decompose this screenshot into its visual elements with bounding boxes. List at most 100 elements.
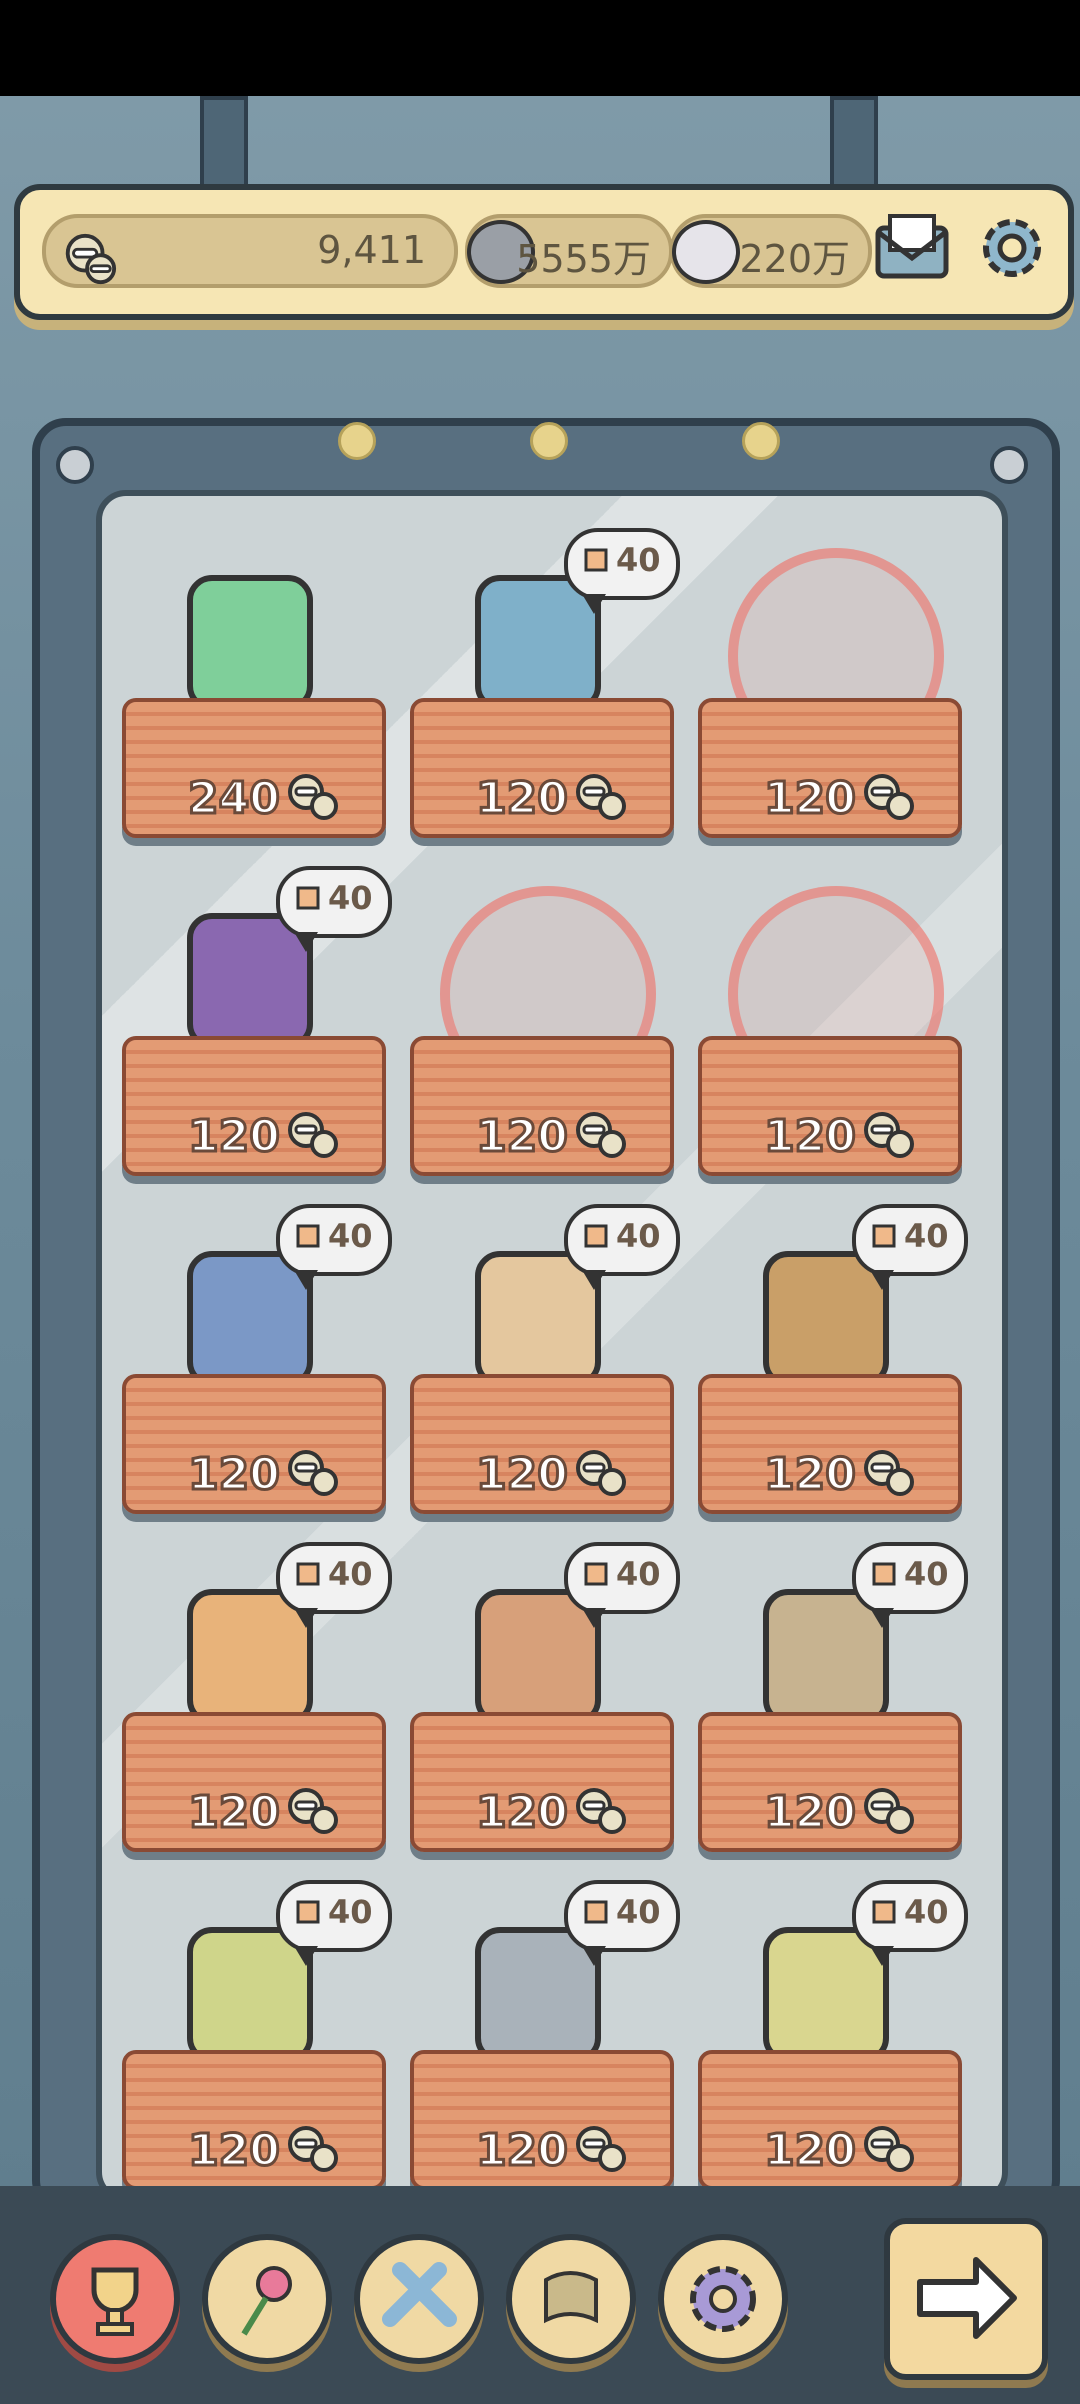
coin-icon <box>576 774 626 820</box>
shop-slot[interactable]: 240 <box>122 518 386 838</box>
shelf-plank: 120 <box>122 1374 386 1514</box>
coin-icon <box>864 774 914 820</box>
item-price: 240 <box>187 772 282 826</box>
grey-bubble-counter: 5555万 <box>465 214 673 288</box>
shop-slot[interactable]: 120 40 <box>122 1194 392 1514</box>
shop-slot[interactable]: 120 40 <box>410 1870 680 2190</box>
item-price: 120 <box>763 1786 858 1840</box>
coin-icon <box>576 1112 626 1158</box>
coin-counter: 9,411 <box>42 214 458 288</box>
shelf-plank: 120 <box>410 1374 674 1514</box>
item-price: 120 <box>475 772 570 826</box>
coin-icon <box>288 774 338 820</box>
bonus-tag-value: 40 <box>328 1555 373 1593</box>
shelf-plank: 120 <box>698 1712 962 1852</box>
puzzle-piece-icon <box>584 548 608 572</box>
arrow-right-icon <box>917 2257 1017 2339</box>
white-bubble-icon <box>672 220 740 284</box>
shop-slot[interactable]: 120 <box>698 856 962 1176</box>
bonus-tag: 40 <box>564 528 680 614</box>
shelf-plank: 120 <box>122 1036 386 1176</box>
nav-scroll-button[interactable] <box>506 2234 636 2364</box>
nav-trophy-button[interactable] <box>50 2234 180 2364</box>
white-bubble-count: 220万 <box>739 237 850 281</box>
shop-slot[interactable]: 120 40 <box>410 1194 680 1514</box>
grey-bubble-count: 5555万 <box>516 237 651 281</box>
item-price: 120 <box>475 2124 570 2178</box>
shelf-plank: 120 <box>410 2050 674 2190</box>
item-price: 120 <box>187 1448 282 1502</box>
coin-icon <box>864 1112 914 1158</box>
bonus-tag: 40 <box>852 1204 968 1290</box>
nav-rose-button[interactable] <box>202 2234 332 2364</box>
next-button[interactable] <box>884 2218 1048 2380</box>
coin-icon <box>864 2126 914 2172</box>
puzzle-piece-icon <box>584 1900 608 1924</box>
shop-slot[interactable]: 120 <box>698 518 962 838</box>
coin-icon <box>288 1450 338 1496</box>
shop-slot[interactable]: 120 40 <box>122 1532 392 1852</box>
shop-slot[interactable]: 120 40 <box>410 518 680 838</box>
shelf-plank: 120 <box>698 1374 962 1514</box>
shop-slot[interactable]: 120 40 <box>698 1532 968 1852</box>
item-price: 120 <box>187 1786 282 1840</box>
gear-icon[interactable] <box>972 208 1052 288</box>
shelf-plank: 120 <box>122 2050 386 2190</box>
nav-gear-button[interactable] <box>658 2234 788 2364</box>
shop-slot[interactable]: 120 40 <box>122 856 392 1176</box>
scroll-icon <box>544 2271 598 2324</box>
resource-bar: 9,411 5555万 220万 <box>14 184 1074 320</box>
shelf-plank: 120 <box>698 698 962 838</box>
bonus-tag: 40 <box>276 1542 392 1628</box>
bonus-tag: 40 <box>276 1880 392 1966</box>
item-price: 120 <box>763 772 858 826</box>
puzzle-piece-icon <box>296 1562 320 1586</box>
coin-icon <box>288 2126 338 2172</box>
item-price: 120 <box>475 1448 570 1502</box>
bonus-tag: 40 <box>276 1204 392 1290</box>
screw <box>56 446 94 484</box>
bonus-tag-value: 40 <box>904 1893 949 1931</box>
shop-slot[interactable]: 120 40 <box>698 1870 968 2190</box>
bolt <box>742 422 780 460</box>
mail-icon[interactable] <box>872 208 952 288</box>
shop-slot[interactable]: 120 40 <box>410 1532 680 1852</box>
bonus-tag-value: 40 <box>616 1217 661 1255</box>
coin-icon <box>288 1112 338 1158</box>
shelf-plank: 240 <box>122 698 386 838</box>
status-bar <box>0 0 1080 96</box>
puzzle-piece-icon <box>872 1224 896 1248</box>
nav-cross-button[interactable] <box>354 2234 484 2364</box>
bonus-tag: 40 <box>564 1542 680 1628</box>
screw <box>990 446 1028 484</box>
bonus-tag: 40 <box>564 1204 680 1290</box>
bonus-tag-value: 40 <box>904 1217 949 1255</box>
shelf-plank: 120 <box>410 1036 674 1176</box>
bonus-tag-value: 40 <box>328 879 373 917</box>
puzzle-piece-icon <box>872 1900 896 1924</box>
bonus-tag: 40 <box>852 1542 968 1628</box>
bolt <box>530 422 568 460</box>
coin-icon <box>576 2126 626 2172</box>
item-price: 120 <box>187 2124 282 2178</box>
coin-icon <box>288 1788 338 1834</box>
shop-slot[interactable]: 120 <box>410 856 674 1176</box>
shop-slot[interactable]: 120 40 <box>122 1870 392 2190</box>
gear-icon <box>690 2266 756 2332</box>
puzzle-piece-icon <box>296 1900 320 1924</box>
coin-icon <box>864 1450 914 1496</box>
shop-slot[interactable]: 120 40 <box>698 1194 968 1514</box>
coin-icon <box>864 1788 914 1834</box>
bonus-tag-value: 40 <box>904 1555 949 1593</box>
item-price: 120 <box>187 1110 282 1164</box>
coin-stack-icon <box>65 233 117 285</box>
item-price: 120 <box>475 1110 570 1164</box>
bonus-tag-value: 40 <box>616 1555 661 1593</box>
bonus-tag: 40 <box>564 1880 680 1966</box>
coin-icon <box>576 1788 626 1834</box>
cross-icon <box>382 2262 457 2327</box>
shelf-plank: 120 <box>410 698 674 838</box>
coin-icon <box>576 1450 626 1496</box>
puzzle-piece-icon <box>584 1562 608 1586</box>
puzzle-piece-icon <box>584 1224 608 1248</box>
